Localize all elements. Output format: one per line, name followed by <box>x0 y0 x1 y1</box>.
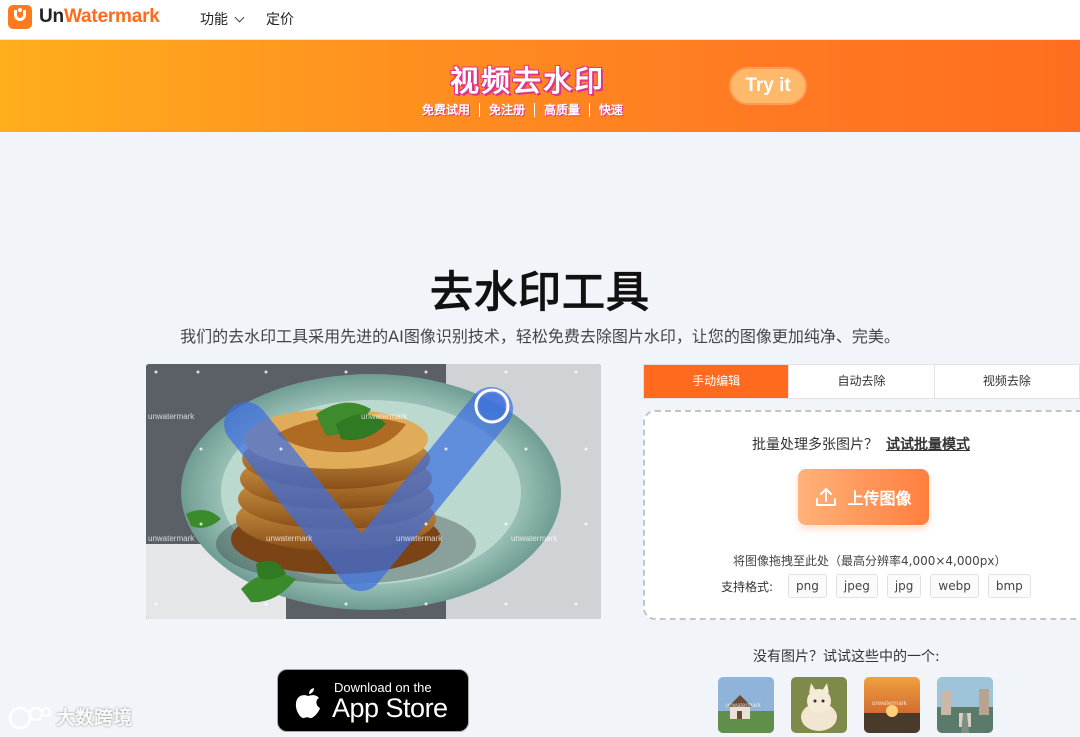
format-badge: png <box>788 574 827 598</box>
try-it-button[interactable]: Try it <box>731 69 805 103</box>
supported-formats: 支持格式: png jpeg jpg webp bmp <box>721 574 1031 598</box>
chevron-down-icon <box>234 12 245 22</box>
sample-watermark-text: unwatermark <box>726 703 761 709</box>
sample-images: unwatermark unwatermark <box>718 677 993 733</box>
banner-tags: 免费试用 免注册 高质量 快速 <box>422 102 624 117</box>
banner-title: 视频去水印 <box>450 64 606 98</box>
sample-image-cat[interactable] <box>791 677 847 733</box>
upload-image-button[interactable]: 上传图像 <box>798 469 929 525</box>
tab-auto-remove[interactable]: 自动去除 <box>789 365 935 398</box>
logo-icon <box>8 5 32 29</box>
sample-image-sunset[interactable]: unwatermark <box>864 677 920 733</box>
upload-hint: 将图像拖拽至此处（最高分辨率4,000×4,000px） <box>733 554 1007 568</box>
format-badge: jpeg <box>835 574 878 598</box>
page-title: 去水印工具 <box>430 268 650 318</box>
tab-video-remove[interactable]: 视频去除 <box>935 365 1079 398</box>
main-nav: 功能 定价 <box>200 9 294 29</box>
format-badge: webp <box>930 574 979 598</box>
logo[interactable]: UnWatermark <box>8 5 160 29</box>
apple-icon <box>295 688 320 719</box>
format-badge: jpg <box>886 574 922 598</box>
nav-features[interactable]: 功能 <box>200 9 246 29</box>
batch-mode-link[interactable]: 试试批量模式 <box>886 434 970 454</box>
corner-watermark-logo-icon <box>8 706 51 729</box>
demo-image: unwatermark unwatermark unwatermark unwa… <box>146 364 601 619</box>
app-store-button[interactable]: Download on the App Store <box>277 669 469 732</box>
upload-dropzone[interactable]: 批量处理多张图片？ 试试批量模式 上传图像 将图像拖拽至此处（最高分辨率4,00… <box>643 410 1080 620</box>
top-header: UnWatermark 功能 定价 <box>0 0 1080 40</box>
mode-tabs: 手动编辑 自动去除 视频去除 <box>643 364 1080 399</box>
promo-banner[interactable]: 视频去水印 免费试用 免注册 高质量 快速 Try it <box>0 40 1080 132</box>
logo-text: UnWatermark <box>39 6 160 27</box>
batch-prompt: 批量处理多张图片？ 试试批量模式 <box>752 434 970 454</box>
demo-watermark-text: unwatermark <box>148 412 195 421</box>
upload-icon <box>816 488 837 506</box>
format-badge: bmp <box>987 574 1031 598</box>
tab-manual-edit[interactable]: 手动编辑 <box>644 365 790 398</box>
corner-watermark: 大数跨境 <box>8 703 132 730</box>
page-subtitle: 我们的去水印工具采用先进的AI图像识别技术，轻松免费去除图片水印，让您的图像更加… <box>180 327 900 346</box>
nav-pricing[interactable]: 定价 <box>266 9 294 29</box>
samples-label: 没有图片？试试这些中的一个: <box>753 649 940 665</box>
sample-image-street[interactable] <box>937 677 993 733</box>
sample-image-house[interactable]: unwatermark <box>718 677 774 733</box>
